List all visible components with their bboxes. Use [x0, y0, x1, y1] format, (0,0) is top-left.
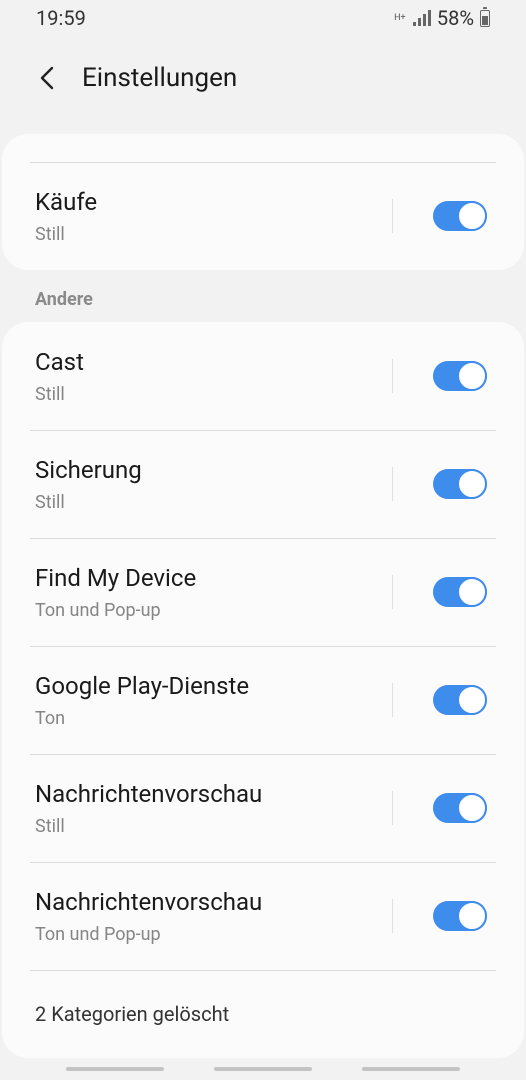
chevron-left-icon: [40, 66, 54, 90]
toggle-knob: [457, 201, 487, 231]
signal-icon: [412, 10, 431, 26]
settings-card-top: Käufe Still: [2, 134, 524, 270]
page-title: Einstellungen: [82, 63, 238, 93]
toggle-switch[interactable]: [433, 469, 487, 499]
list-item-find-my-device[interactable]: Find My Device Ton und Pop-up: [2, 538, 524, 646]
list-item-sicherung[interactable]: Sicherung Still: [2, 430, 524, 538]
row-separator: [392, 899, 393, 933]
row-separator: [392, 199, 393, 233]
toggle-switch[interactable]: [433, 201, 487, 231]
toggle-knob: [457, 577, 487, 607]
toggle-knob: [457, 793, 487, 823]
item-subtitle: Ton und Pop-up: [35, 924, 161, 945]
list-item-nachrichtenvorschau-2[interactable]: Nachrichtenvorschau Ton und Pop-up: [2, 862, 524, 970]
back-button[interactable]: [28, 58, 68, 98]
toggle-switch[interactable]: [433, 901, 487, 931]
row-separator: [392, 791, 393, 825]
settings-card-other: Cast Still Sicherung Still Find My Devic…: [2, 322, 524, 1058]
item-subtitle: Still: [35, 224, 65, 245]
toggle-switch[interactable]: [433, 577, 487, 607]
toggle-switch[interactable]: [433, 361, 487, 391]
item-subtitle: Ton: [35, 708, 66, 729]
nav-back-button[interactable]: [362, 1067, 460, 1071]
network-type-icon: H+: [394, 12, 406, 23]
row-separator: [392, 467, 393, 501]
status-icons: H+ 58%: [393, 6, 490, 30]
item-title: Sicherung: [35, 456, 142, 484]
toggle-switch[interactable]: [433, 793, 487, 823]
divider: [30, 970, 496, 971]
nav-recents-button[interactable]: [66, 1067, 164, 1071]
list-item-kaeufe[interactable]: Käufe Still: [2, 162, 524, 270]
item-title: Find My Device: [35, 564, 197, 592]
nav-home-button[interactable]: [214, 1067, 312, 1071]
item-subtitle: Still: [35, 816, 65, 837]
list-item-cast[interactable]: Cast Still: [2, 322, 524, 430]
item-subtitle: Still: [35, 492, 65, 513]
status-bar: 19:59 H+ 58%: [0, 0, 526, 40]
row-separator: [392, 359, 393, 393]
toggle-knob: [457, 361, 487, 391]
item-subtitle: Ton und Pop-up: [35, 600, 161, 621]
navigation-bar: [0, 1064, 526, 1080]
item-title: Cast: [35, 348, 84, 376]
battery-percent: 58%: [436, 6, 474, 30]
toggle-knob: [457, 901, 487, 931]
item-title: Käufe: [35, 188, 98, 216]
deleted-categories-link[interactable]: 2 Kategorien gelöscht: [35, 1002, 229, 1026]
toggle-knob: [457, 685, 487, 715]
item-title: Nachrichtenvorschau: [35, 888, 263, 916]
item-subtitle: Still: [35, 384, 65, 405]
section-header: Andere: [35, 289, 93, 310]
toggle-switch[interactable]: [433, 685, 487, 715]
row-separator: [392, 575, 393, 609]
row-separator: [392, 683, 393, 717]
item-title: Nachrichtenvorschau: [35, 780, 263, 808]
status-time: 19:59: [36, 6, 86, 30]
battery-icon: [480, 6, 490, 27]
toggle-knob: [457, 469, 487, 499]
app-bar: Einstellungen: [0, 48, 526, 108]
list-item-nachrichtenvorschau-1[interactable]: Nachrichtenvorschau Still: [2, 754, 524, 862]
item-title: Google Play-Dienste: [35, 672, 250, 700]
list-item-google-play-dienste[interactable]: Google Play-Dienste Ton: [2, 646, 524, 754]
